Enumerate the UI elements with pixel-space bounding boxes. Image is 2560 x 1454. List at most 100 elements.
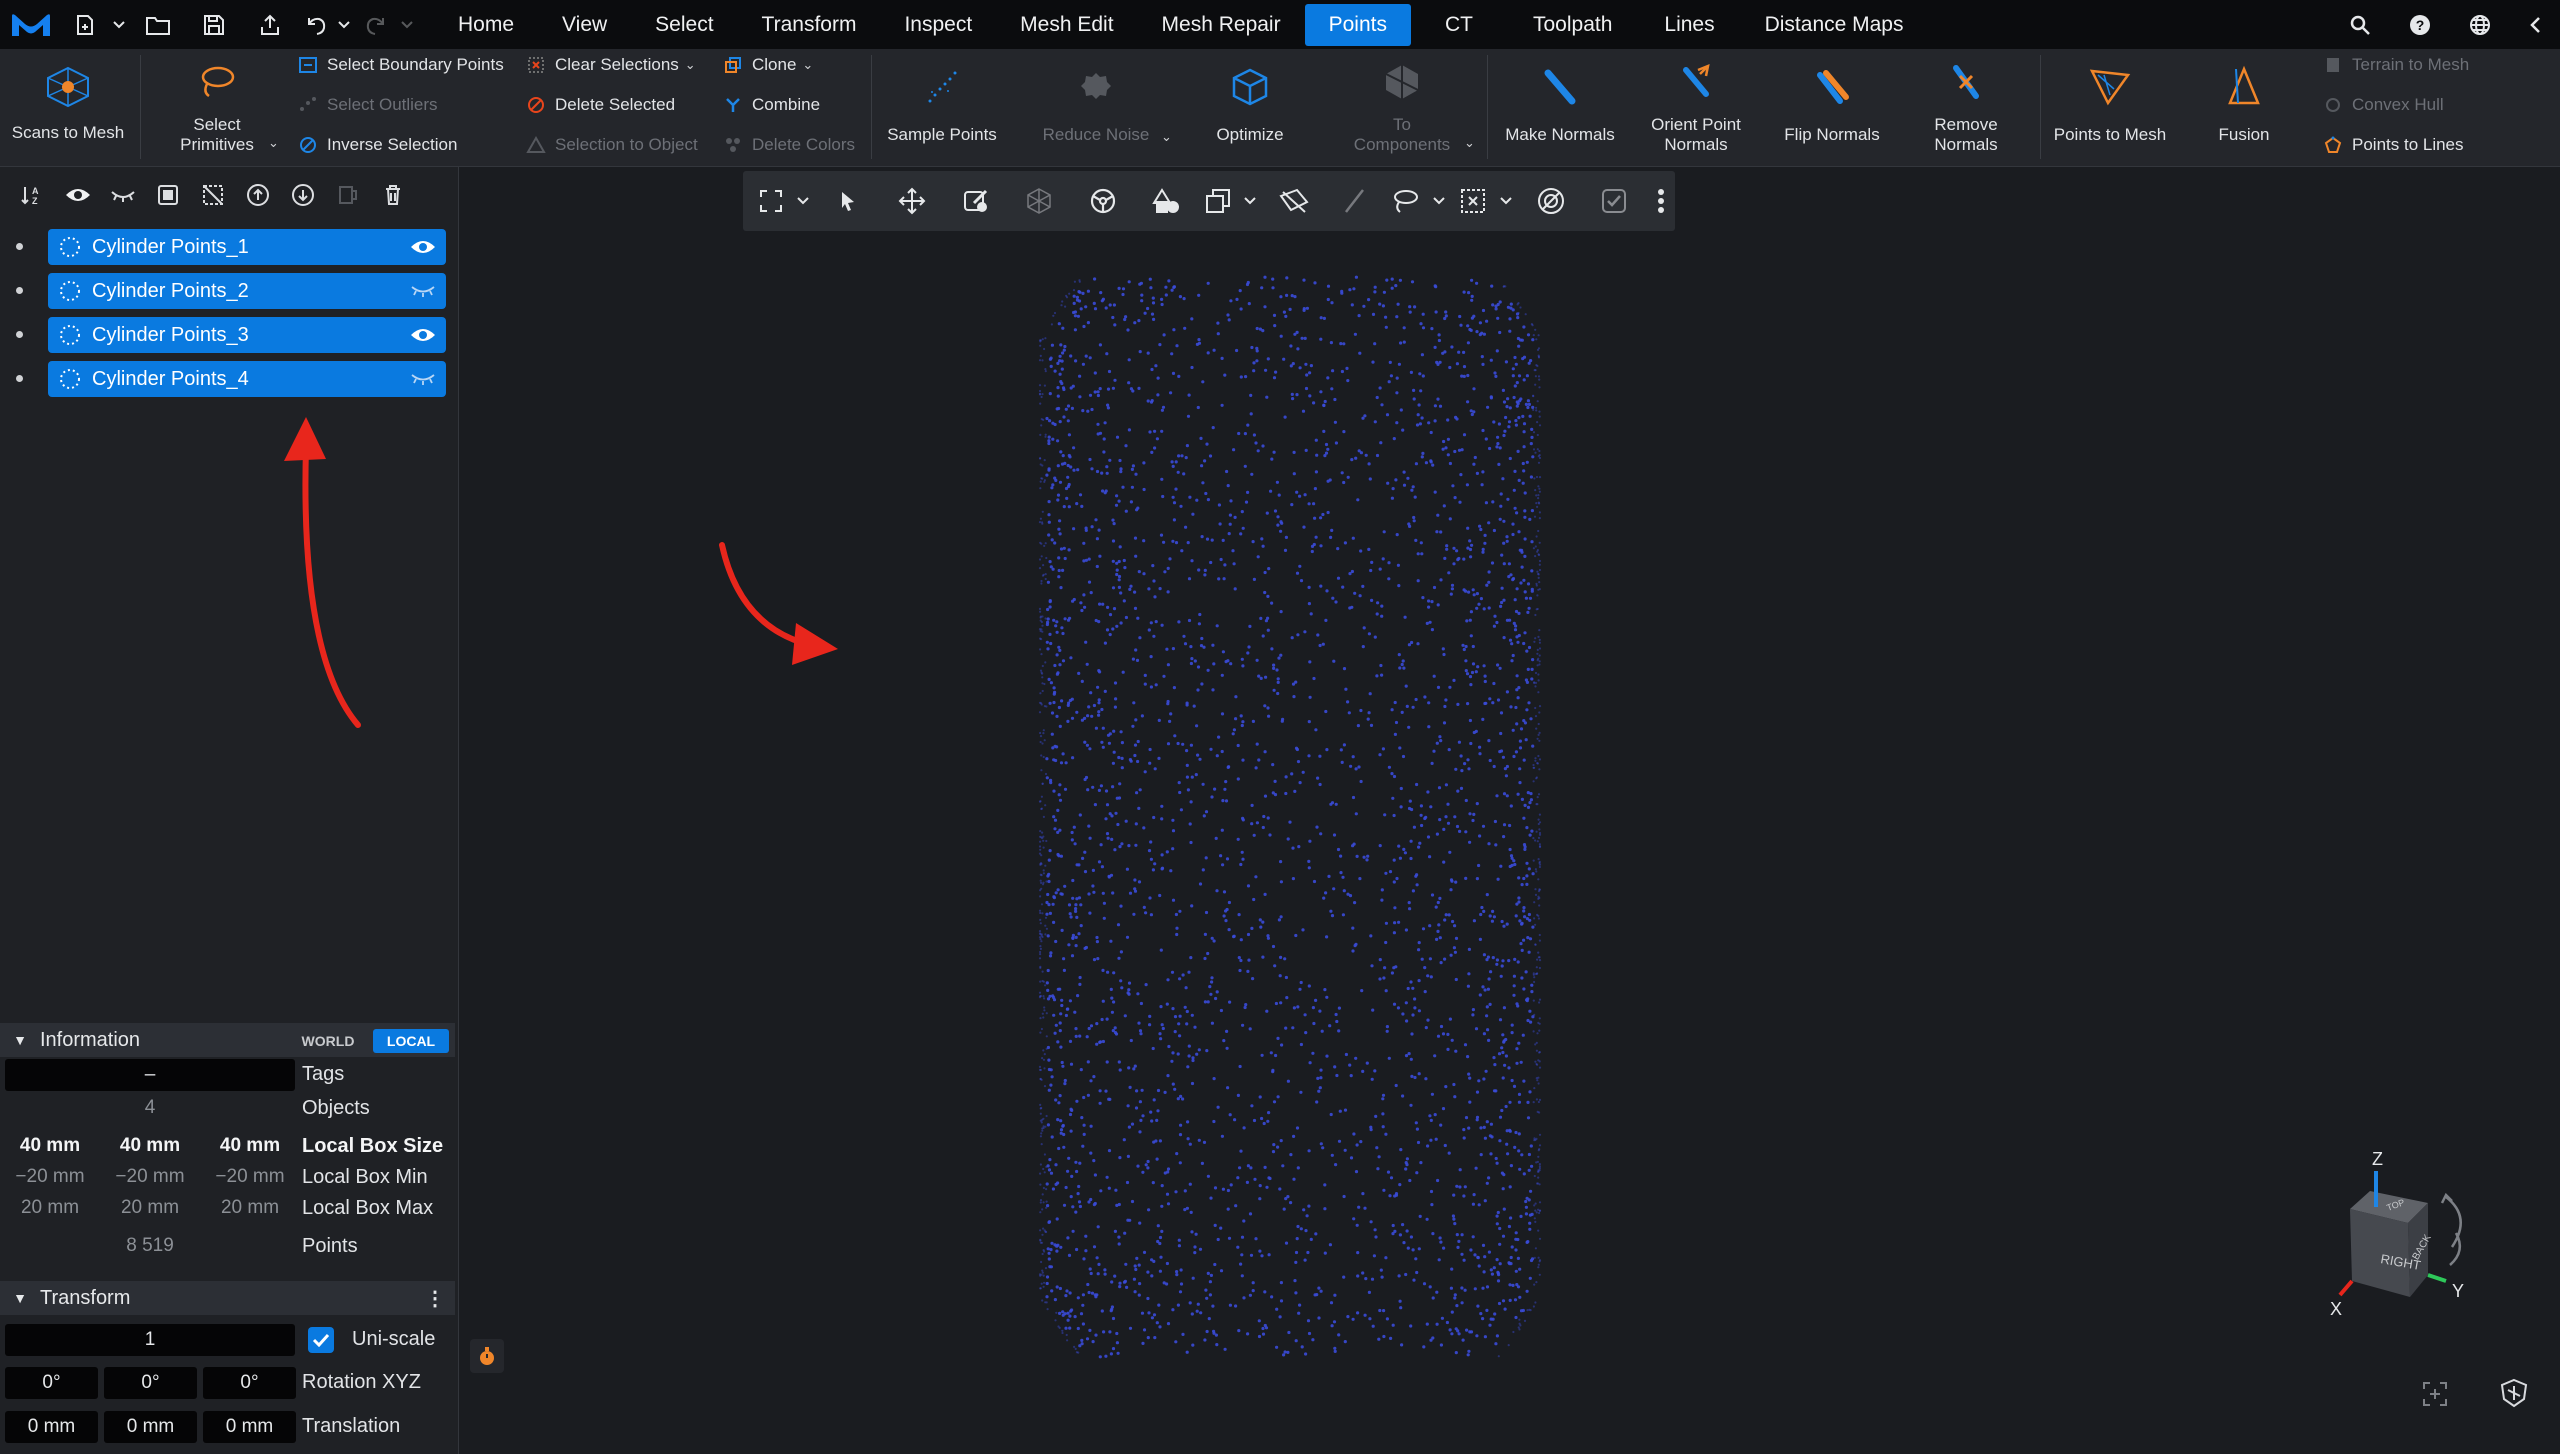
chevron-down-icon[interactable]	[1426, 171, 1451, 231]
chevron-down-icon[interactable]: ⌄	[1464, 135, 1475, 151]
translation-y-input[interactable]: 0 mm	[104, 1411, 197, 1443]
chevron-down-icon[interactable]	[334, 0, 354, 49]
move-icon[interactable]	[880, 171, 944, 231]
chevron-down-icon[interactable]: ⌄	[1161, 129, 1172, 145]
tab-mesh-edit[interactable]: Mesh Edit	[996, 4, 1137, 46]
deselect-all-icon[interactable]	[190, 175, 235, 215]
selection-to-object-button[interactable]: Selection to Object	[525, 129, 698, 161]
edit-object-icon[interactable]	[944, 171, 1008, 231]
lasso-select-icon[interactable]	[1384, 171, 1426, 231]
delete-selected-button[interactable]: Delete Selected	[525, 89, 675, 121]
trash-icon[interactable]	[370, 175, 415, 215]
tab-transform[interactable]: Transform	[738, 4, 881, 46]
clone-view-icon[interactable]	[1199, 171, 1238, 231]
rotation-y-input[interactable]: 0°	[104, 1367, 197, 1399]
list-item[interactable]: Cylinder Points_3	[0, 313, 459, 357]
more-options-icon[interactable]	[1646, 171, 1675, 231]
delete-colors-button[interactable]: Delete Colors	[722, 129, 855, 161]
orient-point-normals-button[interactable]: Orient Point Normals	[1634, 49, 1758, 167]
tab-points[interactable]: Points	[1304, 3, 1411, 46]
rotation-z-input[interactable]: 0°	[203, 1367, 296, 1399]
tab-home[interactable]: Home	[434, 4, 538, 46]
fit-view-icon[interactable]	[753, 171, 790, 231]
shapes-icon[interactable]	[1135, 171, 1199, 231]
clone-button[interactable]: Clone ⌄	[722, 49, 813, 81]
flip-normals-button[interactable]: Flip Normals	[1770, 49, 1894, 167]
steering-wheel-icon[interactable]	[1071, 171, 1135, 231]
globe-icon[interactable]	[2450, 0, 2510, 49]
points-to-lines-button[interactable]: Points to Lines	[2322, 129, 2464, 161]
world-toggle[interactable]: WORLD	[290, 1029, 366, 1053]
timer-icon[interactable]	[470, 1339, 504, 1373]
clear-selections-button[interactable]: Clear Selections ⌄	[525, 49, 696, 81]
new-document-icon[interactable]	[62, 0, 108, 49]
save-icon[interactable]	[186, 0, 242, 49]
list-item[interactable]: Cylinder Points_1	[0, 225, 459, 269]
chevron-down-icon[interactable]	[1237, 171, 1262, 231]
chevron-down-icon[interactable]	[1494, 171, 1519, 231]
redo-icon[interactable]	[354, 0, 398, 49]
select-outliers-button[interactable]: Select Outliers	[297, 89, 438, 121]
3d-viewport[interactable]: RIGHT BACK TOP Z X Y	[460, 167, 2560, 1454]
object-cylinder-points-1[interactable]: Cylinder Points_1	[48, 229, 446, 265]
chevron-down-icon[interactable]	[790, 171, 817, 231]
hidden-eye-icon[interactable]	[400, 372, 446, 386]
rotation-x-input[interactable]: 0°	[5, 1367, 98, 1399]
no-selection-icon[interactable]	[1519, 171, 1583, 231]
list-item[interactable]: Cylinder Points_2	[0, 269, 459, 313]
tab-mesh-repair[interactable]: Mesh Repair	[1138, 4, 1305, 46]
collapse-icon[interactable]	[2510, 0, 2560, 49]
undo-icon[interactable]	[298, 0, 334, 49]
visible-eye-icon[interactable]	[400, 238, 446, 256]
shield-icon[interactable]	[2498, 1377, 2530, 1409]
select-primitives-button[interactable]: Select Primitives	[162, 49, 272, 167]
inverse-selection-button[interactable]: Inverse Selection	[297, 129, 457, 161]
points-to-mesh-button[interactable]: Points to Mesh	[2048, 49, 2172, 167]
optimize-button[interactable]: Optimize	[1188, 49, 1312, 167]
list-item[interactable]: Cylinder Points_4	[0, 357, 459, 401]
hide-faces-icon[interactable]	[1262, 171, 1326, 231]
mesh-grid-icon[interactable]	[1008, 171, 1072, 231]
object-cylinder-points-3[interactable]: Cylinder Points_3	[48, 317, 446, 353]
view-cube[interactable]: RIGHT BACK TOP Z X Y	[2322, 1147, 2542, 1327]
hide-all-eye-icon[interactable]	[100, 175, 145, 215]
app-logo[interactable]	[0, 0, 62, 49]
search-icon[interactable]	[2330, 0, 2390, 49]
zoom-fit-icon[interactable]	[2420, 1379, 2450, 1409]
open-folder-icon[interactable]	[130, 0, 186, 49]
move-down-icon[interactable]	[280, 175, 325, 215]
export-icon[interactable]	[242, 0, 298, 49]
group-icon[interactable]	[325, 175, 370, 215]
convex-hull-button[interactable]: Convex Hull	[2322, 89, 2444, 121]
select-all-icon[interactable]	[145, 175, 190, 215]
select-boundary-points-button[interactable]: Select Boundary Points	[297, 49, 504, 81]
hidden-eye-icon[interactable]	[400, 284, 446, 298]
tags-field[interactable]: –	[5, 1059, 295, 1091]
tab-distance-maps[interactable]: Distance Maps	[1741, 4, 1928, 46]
chevron-down-icon[interactable]	[398, 0, 416, 49]
tab-ct[interactable]: CT	[1411, 4, 1507, 46]
show-all-eye-icon[interactable]	[55, 175, 100, 215]
object-cylinder-points-4[interactable]: Cylinder Points_4	[48, 361, 446, 397]
reduce-noise-button[interactable]: Reduce Noise	[1034, 49, 1158, 167]
local-toggle[interactable]: LOCAL	[373, 1029, 449, 1053]
remove-normals-button[interactable]: Remove Normals	[1904, 49, 2028, 167]
object-cylinder-points-2[interactable]: Cylinder Points_2	[48, 273, 446, 309]
uniscale-checkbox[interactable]	[308, 1327, 334, 1353]
tab-inspect[interactable]: Inspect	[880, 4, 996, 46]
pointer-icon[interactable]	[817, 171, 881, 231]
combine-button[interactable]: Combine	[722, 89, 820, 121]
chevron-down-icon[interactable]: ⌄	[685, 57, 696, 73]
more-options-icon[interactable]: ⋮	[425, 1286, 445, 1311]
tab-view[interactable]: View	[538, 4, 631, 46]
chevron-down-icon[interactable]: ⌄	[802, 57, 813, 73]
sort-az-icon[interactable]: AZ	[10, 175, 55, 215]
sample-points-button[interactable]: Sample Points	[880, 49, 1004, 167]
tab-lines[interactable]: Lines	[1638, 4, 1740, 46]
brush-icon[interactable]	[1326, 171, 1384, 231]
scale-input[interactable]: 1	[5, 1324, 295, 1356]
to-components-button[interactable]: To Components	[1340, 49, 1464, 167]
move-up-icon[interactable]	[235, 175, 280, 215]
checkbox-toggle-icon[interactable]	[1582, 171, 1646, 231]
tab-select[interactable]: Select	[631, 4, 737, 46]
